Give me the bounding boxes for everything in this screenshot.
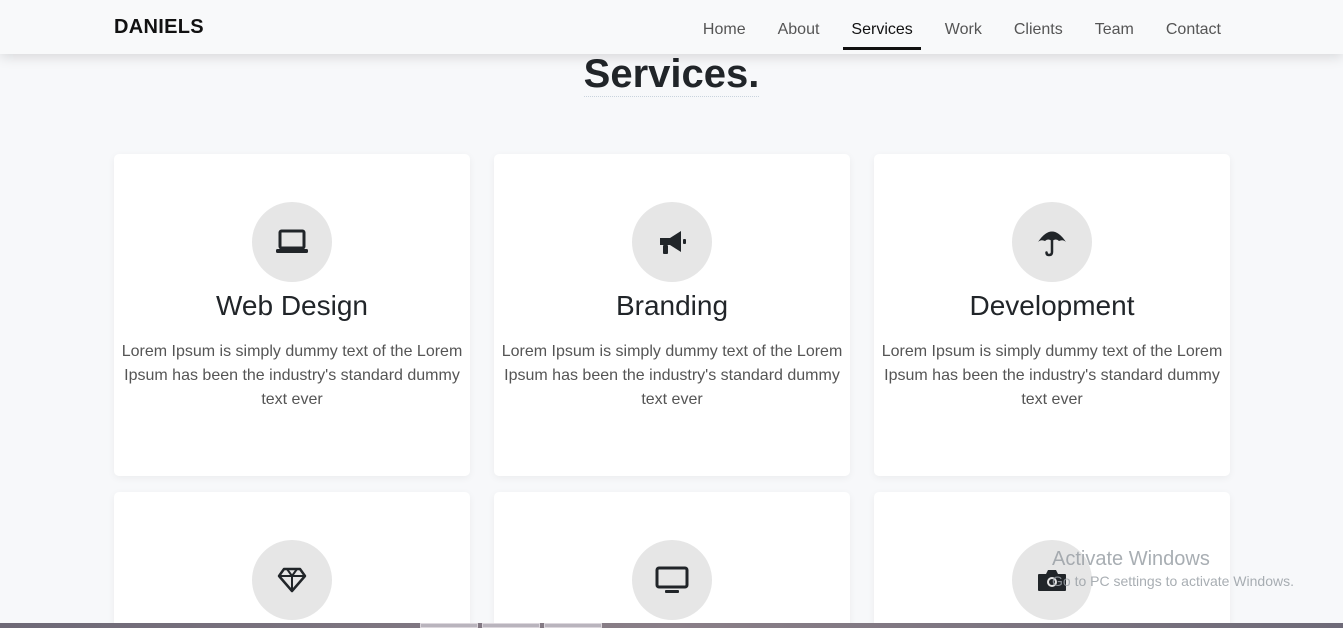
top-navbar: DANIELS Home About Services Work Clients…	[0, 0, 1343, 54]
nav-links: Home About Services Work Clients Team Co…	[679, 0, 1229, 54]
taskbar	[0, 623, 1343, 628]
watermark-title: Activate Windows	[1052, 548, 1210, 570]
service-card-web-design: Web Design Lorem Ipsum is simply dummy t…	[114, 154, 470, 476]
taskbar-item[interactable]	[420, 623, 478, 628]
desktop-icon	[632, 540, 712, 620]
card-text: Lorem Ipsum is simply dummy text of the …	[121, 343, 463, 408]
nav-services[interactable]: Services	[843, 4, 922, 50]
section-title-text: Services.	[583, 52, 760, 97]
taskbar-item[interactable]	[482, 623, 540, 628]
nav-clients[interactable]: Clients	[1006, 4, 1071, 50]
card-title: Branding	[615, 290, 729, 321]
nav-team[interactable]: Team	[1087, 4, 1142, 50]
card-text: Lorem Ipsum is simply dummy text of the …	[501, 343, 843, 408]
card-title: Development	[969, 290, 1135, 321]
service-card-development: Development Lorem Ipsum is simply dummy …	[874, 154, 1230, 476]
service-card-5	[494, 492, 850, 628]
card-title: Web Design	[215, 290, 368, 321]
diamond-icon	[252, 540, 332, 620]
brand-logo[interactable]: DANIELS	[114, 16, 204, 39]
nav-work[interactable]: Work	[937, 4, 990, 50]
section-title: Services.	[0, 52, 1343, 97]
card-text: Lorem Ipsum is simply dummy text of the …	[881, 343, 1223, 408]
nav-about[interactable]: About	[770, 4, 828, 50]
nav-contact[interactable]: Contact	[1158, 4, 1229, 50]
nav-home[interactable]: Home	[695, 4, 754, 50]
umbrella-icon	[1012, 202, 1092, 282]
service-card-branding: Branding Lorem Ipsum is simply dummy tex…	[494, 154, 850, 476]
windows-activation-watermark: Activate Windows Go to PC settings to ac…	[1052, 548, 1294, 589]
taskbar-item[interactable]	[544, 623, 602, 628]
service-card-4	[114, 492, 470, 628]
laptop-icon	[252, 202, 332, 282]
megaphone-icon	[632, 202, 712, 282]
watermark-subtitle: Go to PC settings to activate Windows.	[1052, 573, 1294, 589]
